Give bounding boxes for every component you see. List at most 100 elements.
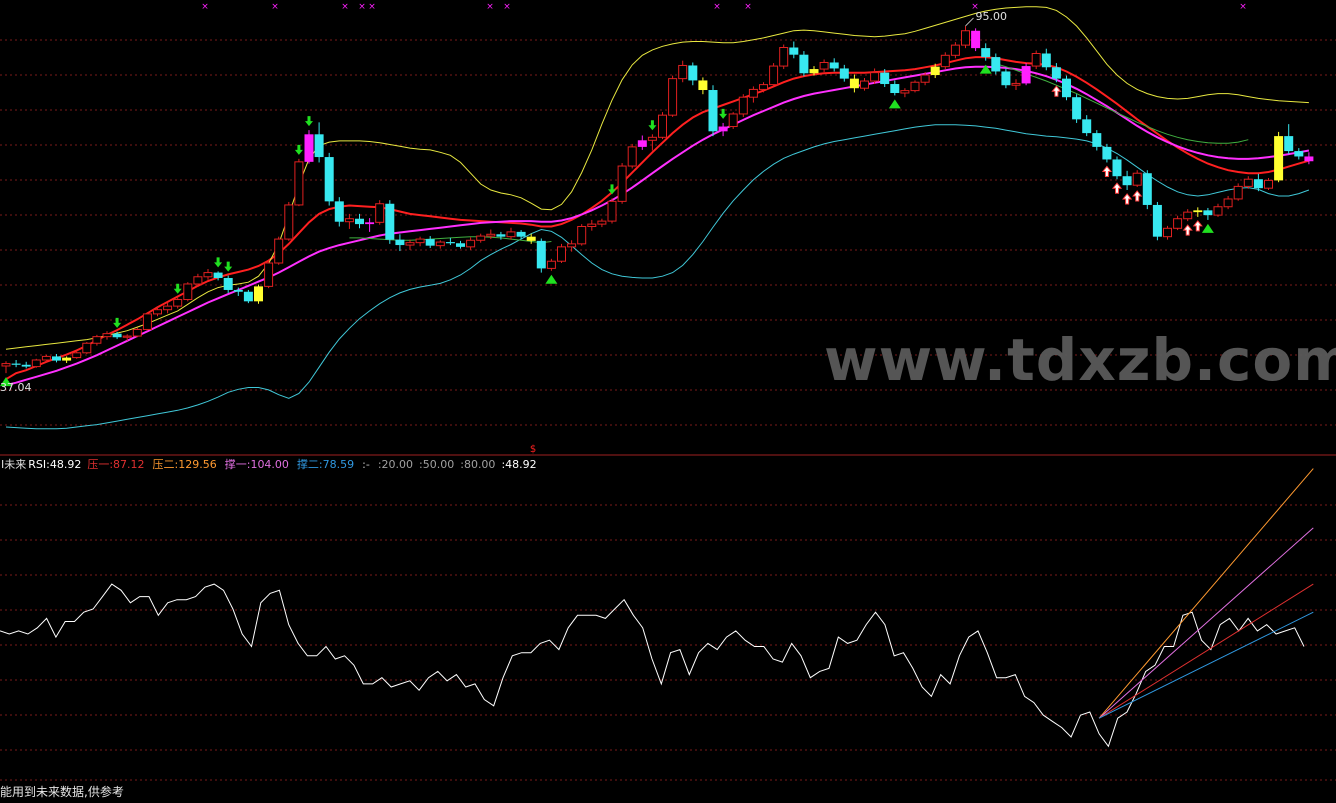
candle-body [375, 203, 385, 223]
candle-body [1051, 67, 1061, 79]
candle-body [254, 286, 263, 302]
candle-body [1274, 136, 1284, 181]
candle-body [344, 218, 354, 223]
candle-body [132, 328, 142, 337]
candle-body [809, 69, 819, 74]
candle-body [627, 146, 637, 167]
projection-line_orange [1098, 468, 1314, 719]
candle-body [334, 201, 344, 222]
candle-body [1304, 156, 1314, 162]
up-arrow-red [1122, 193, 1133, 205]
candle-body [41, 355, 51, 361]
candle-body [617, 165, 627, 202]
candle-body [971, 30, 981, 49]
candle-body [1011, 82, 1021, 86]
legend-cheng1: 撑一:104.00 [224, 458, 289, 471]
candle-body [597, 220, 607, 225]
candle-body [1031, 52, 1041, 67]
candle-body [233, 289, 243, 292]
candle-body [1021, 66, 1031, 84]
candle-body [1041, 53, 1051, 68]
legend-l50: :50.00 [419, 457, 455, 471]
candle-body [991, 57, 1001, 72]
buy-arrow-down [305, 116, 313, 127]
candle-body [92, 336, 102, 344]
candle-body [708, 90, 718, 132]
candle-body [860, 80, 869, 89]
candle-body [981, 48, 991, 58]
top-marker: × [341, 2, 349, 12]
up-arrow-red [1182, 224, 1193, 236]
top-marker: × [744, 2, 752, 12]
top-marker: × [486, 2, 494, 12]
candle-body [476, 235, 486, 241]
up-triangle [1201, 223, 1214, 233]
candle-body [193, 276, 203, 285]
candle-body [1243, 178, 1253, 187]
candle-body [11, 363, 21, 365]
candle-body [445, 242, 455, 244]
candle-body [1142, 173, 1152, 205]
candle-body [647, 136, 657, 141]
candle-body [748, 88, 758, 98]
candle-body [243, 291, 253, 302]
candle-body [173, 299, 183, 307]
candle-body [637, 140, 647, 147]
candle-body [1092, 133, 1102, 147]
candle-body [1294, 151, 1304, 157]
candle-body [486, 233, 496, 237]
candle-body [1253, 179, 1263, 189]
candle-body [910, 81, 920, 92]
candle-body [31, 359, 41, 368]
candle-body [536, 240, 546, 269]
up-arrow-red [1111, 182, 1123, 194]
candle-body [1102, 146, 1112, 160]
candle-body [52, 356, 61, 361]
legend-l20: :20.00 [377, 457, 414, 471]
candle-body [1072, 97, 1082, 120]
candle-body [789, 47, 799, 55]
candle-body [728, 113, 738, 128]
low-price-label: 37.04 [0, 381, 32, 394]
candle-body [870, 72, 880, 82]
line-boll_upper [5, 6, 1309, 350]
legend-ya2: 压二:129.56 [152, 458, 217, 471]
candle-body [435, 241, 445, 247]
line-boll_mid [995, 63, 1249, 144]
buy-arrow-down [113, 317, 122, 328]
candle-body [1193, 210, 1203, 213]
rsi-panel [0, 468, 1314, 748]
candle-body [567, 243, 577, 248]
candle-body [163, 305, 173, 311]
legend-name: I未来 [1, 458, 27, 471]
candle-body [718, 126, 728, 132]
candle-body [930, 66, 940, 76]
up-arrow-red [1192, 220, 1203, 232]
top-marker: × [201, 2, 209, 12]
candle-body [415, 238, 425, 244]
candle-body [385, 203, 395, 240]
projection-line_violet [1098, 527, 1314, 719]
candle-body [890, 84, 900, 94]
candle-body [1, 363, 11, 367]
legend-rsi: RSI:48.92 [28, 457, 82, 471]
candle-body [688, 65, 698, 81]
candle-body [284, 204, 294, 240]
legend-current: :48.92 [501, 457, 537, 471]
buy-arrow-down [608, 184, 616, 195]
buy-arrow-down [224, 261, 233, 272]
dollar-marker: $ [530, 444, 536, 455]
candle-body [546, 260, 556, 269]
candle-body [900, 90, 910, 94]
candle-body [1264, 179, 1273, 189]
buy-arrow-down [214, 257, 223, 268]
rsi-line [0, 583, 1305, 748]
candle-body [920, 74, 930, 83]
watermark: www.tdxzb.com [824, 326, 1336, 394]
footnote: 能用到未来数据,供参考 [0, 785, 124, 799]
candle-body [355, 218, 364, 225]
candle-body [516, 231, 526, 237]
legend-l80: :80.00 [460, 457, 496, 471]
candle-body [1284, 136, 1294, 152]
candle-body [425, 239, 435, 246]
